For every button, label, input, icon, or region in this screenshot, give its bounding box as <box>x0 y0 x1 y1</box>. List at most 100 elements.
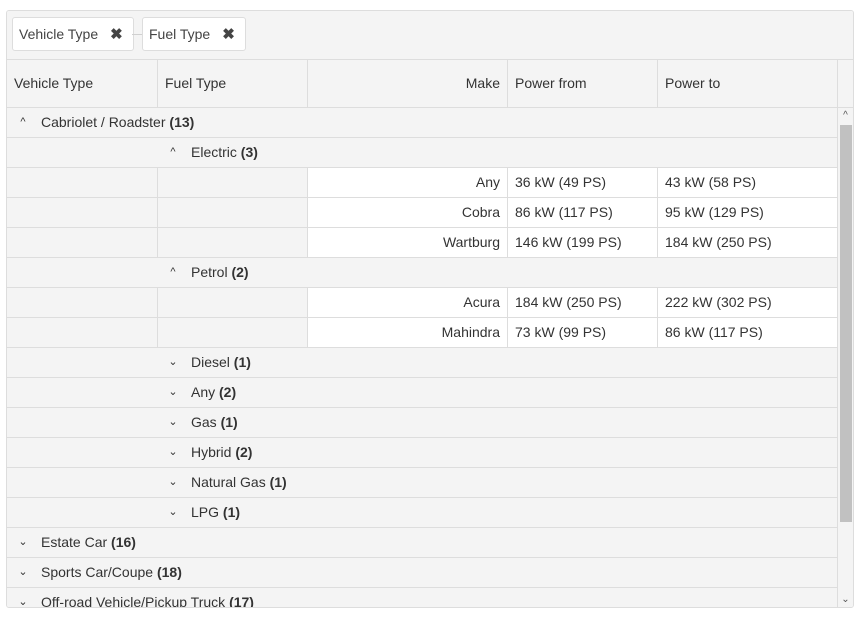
scroll-up-icon[interactable]: ^ <box>838 109 853 123</box>
group-row-fuel-type[interactable]: ⌄ Any (2) <box>7 378 837 408</box>
group-row-vehicle-type[interactable]: ⌄ Off-road Vehicle/Pickup Truck (17) <box>7 588 837 608</box>
cell-make: Mahindra <box>308 318 508 347</box>
group-count: (1) <box>222 504 241 520</box>
close-icon[interactable]: ✖ <box>110 19 123 51</box>
group-count: (3) <box>240 144 258 160</box>
group-count: (2) <box>235 444 253 460</box>
cell-fuel-type <box>158 288 308 317</box>
scroll-down-icon[interactable]: ⌄ <box>838 593 853 607</box>
group-count: (16) <box>111 534 136 550</box>
vertical-scrollbar[interactable]: ^ ⌄ <box>837 108 853 607</box>
group-count: (18) <box>156 564 182 580</box>
group-label: Cabriolet / Roadster (13) <box>41 108 194 137</box>
group-connector <box>132 34 142 35</box>
group-count: (17) <box>229 594 254 608</box>
group-label: Electric (3) <box>191 138 258 167</box>
cell-fuel-type <box>158 228 308 257</box>
chevron-down-icon[interactable]: ⌄ <box>167 408 179 437</box>
group-row-fuel-type[interactable]: ⌄ Hybrid (2) <box>7 438 837 468</box>
cell-vehicle-type <box>7 168 158 197</box>
chevron-up-icon[interactable]: ^ <box>167 258 179 287</box>
cell-power-to: 95 kW (129 PS) <box>658 198 837 227</box>
cell-fuel-type <box>158 318 308 347</box>
group-name: Off-road Vehicle/Pickup Truck <box>41 594 226 608</box>
chevron-down-icon[interactable]: ⌄ <box>17 588 29 607</box>
cell-power-from: 36 kW (49 PS) <box>508 168 658 197</box>
chevron-down-icon[interactable]: ⌄ <box>167 438 179 467</box>
group-chip-vehicle-type[interactable]: Vehicle Type ✖ <box>12 17 134 51</box>
grid-body: ^ Cabriolet / Roadster (13) ^ Electric (3) A… <box>7 108 837 608</box>
cell-vehicle-type <box>7 288 158 317</box>
group-name: Cabriolet / Roadster <box>41 114 166 130</box>
group-row-fuel-type[interactable]: ^ Petrol (2) <box>7 258 837 288</box>
group-name: Petrol <box>191 264 228 280</box>
group-count: (1) <box>269 474 287 490</box>
group-name: Natural Gas <box>191 474 266 490</box>
group-label: LPG (1) <box>191 498 240 527</box>
table-row[interactable]: Cobra 86 kW (117 PS) 95 kW (129 PS) <box>7 198 837 228</box>
data-grid: Vehicle Type ✖ Fuel Type ✖ Vehicle Type Fu… <box>6 10 854 608</box>
group-panel: Vehicle Type ✖ Fuel Type ✖ <box>7 11 853 60</box>
cell-power-from: 184 kW (250 PS) <box>508 288 658 317</box>
table-row[interactable]: Acura 184 kW (250 PS) 222 kW (302 PS) <box>7 288 837 318</box>
cell-vehicle-type <box>7 318 158 347</box>
table-row[interactable]: Any 36 kW (49 PS) 43 kW (58 PS) <box>7 168 837 198</box>
group-count: (2) <box>219 384 237 400</box>
group-label: Any (2) <box>191 378 236 407</box>
group-count: (1) <box>233 354 251 370</box>
cell-power-from: 86 kW (117 PS) <box>508 198 658 227</box>
group-label: Sports Car/Coupe (18) <box>41 558 182 587</box>
group-label: Hybrid (2) <box>191 438 252 467</box>
cell-make: Wartburg <box>308 228 508 257</box>
group-label: Natural Gas (1) <box>191 468 287 497</box>
cell-power-to: 222 kW (302 PS) <box>658 288 837 317</box>
group-name: Electric <box>191 144 237 160</box>
group-chip-label: Fuel Type <box>149 26 211 42</box>
group-chip-fuel-type[interactable]: Fuel Type ✖ <box>142 17 246 51</box>
cell-power-to: 184 kW (250 PS) <box>658 228 837 257</box>
chevron-down-icon[interactable]: ⌄ <box>17 558 29 587</box>
column-header-fuel-type[interactable]: Fuel Type <box>158 59 308 107</box>
group-name: Any <box>191 384 216 400</box>
chevron-down-icon[interactable]: ⌄ <box>167 498 179 527</box>
chevron-down-icon[interactable]: ⌄ <box>167 378 179 407</box>
table-row[interactable]: Wartburg 146 kW (199 PS) 184 kW (250 PS) <box>7 228 837 258</box>
column-header-power-from[interactable]: Power from <box>508 59 658 107</box>
group-row-fuel-type[interactable]: ⌄ LPG (1) <box>7 498 837 528</box>
scrollbar-thumb[interactable] <box>840 125 852 522</box>
group-row-vehicle-type[interactable]: ^ Cabriolet / Roadster (13) <box>7 108 837 138</box>
column-header-make[interactable]: Make <box>308 59 508 107</box>
cell-fuel-type <box>158 168 308 197</box>
column-header-row: Vehicle Type Fuel Type Make Power from P… <box>7 59 853 108</box>
cell-make: Cobra <box>308 198 508 227</box>
close-icon[interactable]: ✖ <box>222 19 235 51</box>
group-name: Sports Car/Coupe <box>41 564 154 580</box>
chevron-down-icon[interactable]: ⌄ <box>17 528 29 557</box>
group-count: (2) <box>231 264 249 280</box>
group-row-vehicle-type[interactable]: ⌄ Estate Car (16) <box>7 528 837 558</box>
chevron-down-icon[interactable]: ⌄ <box>167 468 179 497</box>
group-row-fuel-type[interactable]: ⌄ Gas (1) <box>7 408 837 438</box>
group-label: Gas (1) <box>191 408 238 437</box>
group-name: Diesel <box>191 354 230 370</box>
group-row-fuel-type[interactable]: ^ Electric (3) <box>7 138 837 168</box>
group-label: Petrol (2) <box>191 258 249 287</box>
group-name: Hybrid <box>191 444 232 460</box>
group-row-vehicle-type[interactable]: ⌄ Sports Car/Coupe (18) <box>7 558 837 588</box>
chevron-down-icon[interactable]: ⌄ <box>167 348 179 377</box>
group-name: Gas <box>191 414 217 430</box>
cell-make: Any <box>308 168 508 197</box>
chevron-up-icon[interactable]: ^ <box>167 138 179 167</box>
group-row-fuel-type[interactable]: ⌄ Natural Gas (1) <box>7 468 837 498</box>
group-name: LPG <box>191 504 220 520</box>
cell-make: Acura <box>308 288 508 317</box>
cell-power-to: 43 kW (58 PS) <box>658 168 837 197</box>
group-count: (1) <box>220 414 238 430</box>
column-header-vehicle-type[interactable]: Vehicle Type <box>7 59 158 107</box>
group-row-fuel-type[interactable]: ⌄ Diesel (1) <box>7 348 837 378</box>
group-name: Estate Car <box>41 534 108 550</box>
table-row[interactable]: Mahindra 73 kW (99 PS) 86 kW (117 PS) <box>7 318 837 348</box>
chevron-up-icon[interactable]: ^ <box>17 108 29 137</box>
cell-power-from: 146 kW (199 PS) <box>508 228 658 257</box>
column-header-power-to[interactable]: Power to <box>658 59 838 107</box>
